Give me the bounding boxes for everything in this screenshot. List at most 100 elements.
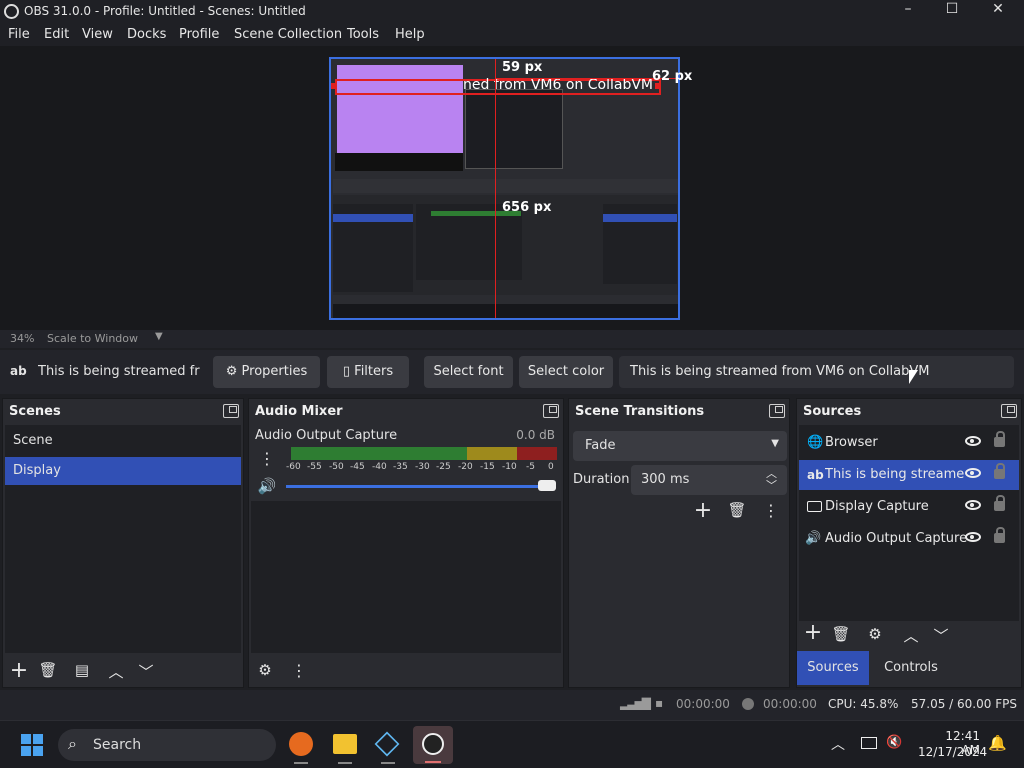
source-label: This is being streamed f bbox=[825, 467, 965, 482]
trash-icon[interactable]: 🗑 bbox=[831, 625, 851, 643]
chevron-down-icon[interactable]: ﹀ bbox=[135, 661, 157, 682]
menu-scene-collection[interactable]: Scene Collection bbox=[234, 27, 342, 42]
running-indicator bbox=[294, 762, 308, 764]
scale-mode-select[interactable]: Scale to Window bbox=[47, 332, 138, 345]
monitor-icon bbox=[807, 501, 822, 512]
add-source-icon[interactable]: + bbox=[801, 622, 825, 644]
meter-tick: -25 bbox=[436, 462, 451, 472]
resize-handle-left[interactable] bbox=[331, 83, 336, 89]
signal-icon: ▂▃▅▇ bbox=[620, 696, 651, 710]
sources-title: Sources bbox=[803, 404, 862, 419]
file-explorer-icon[interactable] bbox=[333, 734, 357, 754]
kebab-menu-icon[interactable]: ⋮ bbox=[259, 449, 275, 468]
scene-filters-icon[interactable]: ▤ bbox=[71, 661, 93, 679]
menu-bar: File Edit View Docks Profile Scene Colle… bbox=[0, 24, 1024, 46]
eye-icon[interactable] bbox=[965, 500, 981, 510]
windows-start-icon[interactable] bbox=[21, 734, 43, 756]
meter-green bbox=[291, 447, 467, 460]
preview-area[interactable]: ned from VM6 on CollabVM 59 px 62 px 656… bbox=[0, 46, 1024, 330]
volume-muted-icon[interactable]: 🔇 bbox=[886, 735, 902, 750]
filters-button[interactable]: ▯ Filters bbox=[327, 356, 409, 388]
lock-icon[interactable] bbox=[994, 495, 1005, 511]
add-transition-icon[interactable]: + bbox=[691, 500, 715, 522]
nested-scene-selected bbox=[333, 214, 413, 222]
chevron-up-icon[interactable]: ︿ bbox=[901, 625, 921, 646]
running-indicator bbox=[338, 762, 352, 764]
menu-file[interactable]: File bbox=[8, 27, 30, 42]
audio-mixer-empty bbox=[251, 501, 561, 653]
menu-help[interactable]: Help bbox=[395, 27, 425, 42]
text-source-icon: ab bbox=[10, 364, 27, 378]
bell-icon[interactable]: 🔔 bbox=[988, 734, 1007, 752]
kebab-menu-icon[interactable]: ⋮ bbox=[291, 661, 307, 680]
volume-slider-handle[interactable] bbox=[538, 480, 556, 491]
eye-icon[interactable] bbox=[965, 468, 981, 478]
menu-edit[interactable]: Edit bbox=[44, 27, 69, 42]
stream-icon: ▪ bbox=[655, 696, 664, 710]
undock-icon[interactable] bbox=[769, 404, 785, 418]
duration-input[interactable]: 300 ms ︿ ﹀ bbox=[631, 465, 787, 495]
scene-item-display[interactable]: Display bbox=[5, 457, 241, 485]
volume-slider-track[interactable] bbox=[286, 485, 556, 488]
eye-icon[interactable] bbox=[965, 436, 981, 446]
close-button[interactable]: ✕ bbox=[986, 1, 1010, 17]
eye-icon[interactable] bbox=[965, 532, 981, 542]
search-placeholder: Search bbox=[93, 737, 142, 753]
meter-tick: -40 bbox=[372, 462, 387, 472]
menu-tools[interactable]: Tools bbox=[347, 27, 379, 42]
undock-icon[interactable] bbox=[543, 404, 559, 418]
clock-date[interactable]: 12/17/2024 bbox=[918, 745, 987, 759]
trash-icon[interactable]: 🗑 bbox=[727, 501, 747, 519]
menu-profile[interactable]: Profile bbox=[179, 27, 219, 42]
obs-taskbar-button[interactable] bbox=[413, 726, 453, 764]
meter-tick: -35 bbox=[393, 462, 408, 472]
properties-button[interactable]: ⚙ Properties bbox=[213, 356, 320, 388]
tab-controls[interactable]: Controls bbox=[873, 651, 949, 685]
scale-mode-chevron-icon[interactable]: ▼ bbox=[155, 331, 163, 342]
zoom-level: 34% bbox=[10, 332, 35, 345]
network-icon[interactable] bbox=[861, 737, 877, 749]
lock-icon[interactable] bbox=[994, 431, 1005, 447]
ruler-vertical bbox=[495, 59, 496, 318]
status-bar: ▂▃▅▇ ▪ 00:00:00 00:00:00 CPU: 45.8% 57.0… bbox=[0, 690, 1024, 720]
menu-docks[interactable]: Docks bbox=[127, 27, 166, 42]
source-item-browser[interactable]: 🌐 Browser bbox=[799, 428, 1019, 458]
chevron-down-icon[interactable]: ﹀ bbox=[931, 625, 951, 646]
gear-icon[interactable]: ⚙ bbox=[865, 625, 885, 643]
meter-tick: 0 bbox=[548, 462, 554, 472]
trash-icon[interactable]: 🗑 bbox=[37, 661, 59, 679]
select-font-button[interactable]: Select font bbox=[424, 356, 513, 388]
ruler-label-right: 62 px bbox=[652, 69, 693, 84]
source-item-display-capture[interactable]: Display Capture bbox=[799, 492, 1019, 522]
text-input[interactable]: This is being streamed from VM6 on Colla… bbox=[619, 356, 1014, 388]
stepper-down-icon[interactable]: ﹀ bbox=[766, 477, 777, 493]
gear-icon[interactable]: ⚙ bbox=[255, 661, 275, 679]
kebab-menu-icon[interactable]: ⋮ bbox=[763, 501, 779, 520]
undock-icon[interactable] bbox=[223, 404, 239, 418]
speaker-icon[interactable]: 🔊 bbox=[257, 477, 277, 495]
firefox-icon[interactable] bbox=[289, 732, 313, 756]
fps-readout: 57.05 / 60.00 FPS bbox=[911, 697, 1017, 711]
chevron-up-icon[interactable]: ︿ bbox=[105, 661, 127, 682]
scene-item-scene[interactable]: Scene bbox=[5, 427, 241, 455]
chevron-up-icon[interactable]: ︿ bbox=[831, 734, 845, 754]
tab-sources[interactable]: Sources bbox=[797, 651, 869, 685]
source-item-text[interactable]: ab This is being streamed f bbox=[799, 460, 1019, 490]
transition-select[interactable]: Fade ▼ bbox=[573, 431, 787, 461]
audio-mixer-title: Audio Mixer bbox=[255, 404, 343, 419]
lock-icon[interactable] bbox=[994, 527, 1005, 543]
add-scene-icon[interactable]: + bbox=[7, 660, 31, 682]
search-box[interactable]: ⌕ Search bbox=[58, 729, 276, 761]
undock-icon[interactable] bbox=[1001, 404, 1017, 418]
maximize-button[interactable]: ☐ bbox=[940, 1, 964, 17]
record-icon bbox=[742, 698, 754, 710]
meter-yellow bbox=[467, 447, 517, 460]
lock-icon[interactable] bbox=[994, 463, 1005, 479]
source-item-audio-output[interactable]: 🔊 Audio Output Capture bbox=[799, 524, 1019, 554]
menu-view[interactable]: View bbox=[82, 27, 113, 42]
mouse-cursor-icon bbox=[909, 370, 918, 384]
virtualbox-icon[interactable] bbox=[374, 731, 400, 757]
preview-canvas[interactable]: ned from VM6 on CollabVM bbox=[329, 57, 680, 320]
select-color-button[interactable]: Select color bbox=[519, 356, 613, 388]
minimize-button[interactable]: – bbox=[896, 1, 920, 17]
